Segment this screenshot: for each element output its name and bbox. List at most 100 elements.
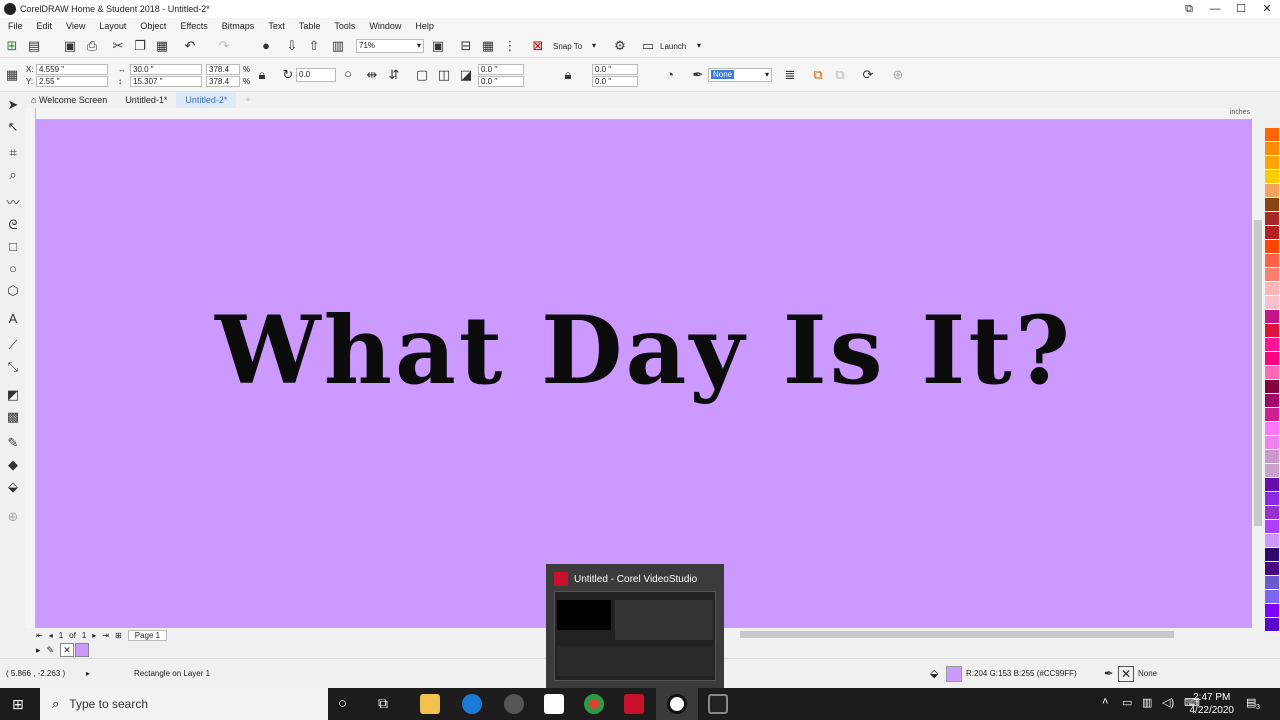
scale-x-input[interactable]: 378.4 xyxy=(206,64,240,75)
export-icon[interactable]: ⇧ xyxy=(306,38,322,54)
palette-swatch[interactable] xyxy=(1265,576,1279,590)
palette-swatch[interactable] xyxy=(1265,240,1279,254)
tab-untitled-2[interactable]: Untitled-2* xyxy=(176,92,237,108)
palette-swatch[interactable] xyxy=(1265,380,1279,394)
interactive-fill-icon[interactable]: ◆ xyxy=(4,456,22,474)
tab-welcome-screen[interactable]: ⌂ Welcome Screen xyxy=(22,92,116,108)
coreldraw-icon[interactable] xyxy=(667,694,687,714)
maximize-button[interactable]: ☐ xyxy=(1228,0,1254,18)
open-icon[interactable]: ▤ xyxy=(26,38,42,54)
status-expand-icon[interactable]: ▸ xyxy=(86,669,90,678)
to-back-icon[interactable]: ⧉ xyxy=(832,67,848,83)
palette-swatch[interactable] xyxy=(1265,296,1279,310)
connector-tool-icon[interactable]: ⤡ xyxy=(4,358,22,376)
prev-page-icon[interactable]: ◂ xyxy=(49,631,53,640)
mirror-horizontal-icon[interactable]: ⇹ xyxy=(364,67,380,83)
lock-corners-icon[interactable]: 🔒︎ xyxy=(560,67,576,83)
taskbar-clock[interactable]: 2:47 PM 4/22/2020 xyxy=(1190,691,1235,717)
polygon-tool-icon[interactable]: ⬡ xyxy=(4,282,22,300)
width-input[interactable]: 30.0 " xyxy=(130,64,202,75)
vertical-scrollbar[interactable] xyxy=(1252,96,1264,628)
palette-swatch[interactable] xyxy=(1265,352,1279,366)
show-grid-icon[interactable]: ▦ xyxy=(480,38,496,54)
relative-corner-scaling-icon[interactable]: ◔ xyxy=(662,67,678,83)
object-origin-icon[interactable]: ▦ xyxy=(4,67,20,83)
palette-swatch[interactable] xyxy=(1265,492,1279,506)
to-front-icon[interactable]: ⧉ xyxy=(810,67,826,83)
palette-swatch[interactable] xyxy=(1265,394,1279,408)
network-icon[interactable]: ▥ xyxy=(1142,696,1152,709)
convert-to-curves-icon[interactable]: ⟳ xyxy=(860,67,876,83)
menu-text[interactable]: Text xyxy=(268,21,285,31)
freehand-tool-icon[interactable]: 〰 xyxy=(4,194,22,212)
drawing-canvas[interactable]: What Day Is It? xyxy=(36,120,1252,628)
zoom-tool-icon[interactable]: ⌕ xyxy=(4,166,22,184)
outline-width-select[interactable]: None ▾ xyxy=(708,68,772,82)
scale-y-input[interactable]: 378.4 xyxy=(206,76,240,87)
zoom-level-input[interactable]: 71% ▾ xyxy=(356,39,424,53)
copy-icon[interactable]: ❐ xyxy=(132,38,148,54)
lock-ratio-icon[interactable]: 🔒︎ xyxy=(254,67,270,83)
palette-swatch[interactable] xyxy=(1265,520,1279,534)
new-document-icon[interactable]: ⊞ xyxy=(4,38,20,54)
menu-view[interactable]: View xyxy=(66,21,85,31)
smart-fill-icon[interactable]: ⬙ xyxy=(4,478,22,496)
add-icon[interactable]: ⊕ xyxy=(890,67,906,83)
add-tool-icon[interactable]: ⊕ xyxy=(4,508,22,526)
height-input[interactable]: 15.307 " xyxy=(130,76,202,87)
palette-swatch[interactable] xyxy=(1265,282,1279,296)
new-tab-icon[interactable]: + xyxy=(236,92,259,108)
y-position-input[interactable]: 2.55 " xyxy=(36,76,108,87)
volume-icon[interactable]: ◁) xyxy=(1162,696,1174,709)
eyedropper-icon[interactable]: ✎ xyxy=(47,645,55,656)
palette-swatch[interactable] xyxy=(1265,464,1279,478)
notifications-icon[interactable]: ▤ xyxy=(1246,696,1256,709)
menu-table[interactable]: Table xyxy=(299,21,321,31)
paste-icon[interactable]: ▦ xyxy=(154,38,170,54)
no-color-swatch[interactable]: ✕ xyxy=(60,643,75,657)
page-tab[interactable]: Page 1 xyxy=(127,629,168,641)
palette-swatch[interactable] xyxy=(1265,478,1279,492)
cortana-icon[interactable]: ○ xyxy=(338,695,347,712)
rotation-input[interactable]: 0.0 xyxy=(296,68,336,82)
rectangle-tool-icon[interactable]: □ xyxy=(4,238,22,256)
save-icon[interactable]: ▣ xyxy=(62,38,78,54)
corner-top-left-input[interactable]: 0.0 " xyxy=(478,64,524,75)
redo-icon[interactable]: ↷ xyxy=(216,38,232,54)
palette-swatch[interactable] xyxy=(1265,366,1279,380)
palette-swatch[interactable] xyxy=(1265,338,1279,352)
eyedropper-icon[interactable]: ✎ xyxy=(4,434,22,452)
menu-tools[interactable]: Tools xyxy=(334,21,355,31)
document-color-swatch[interactable] xyxy=(75,643,90,657)
menu-edit[interactable]: Edit xyxy=(37,21,53,31)
palette-swatch[interactable] xyxy=(1265,212,1279,226)
menu-bitmaps[interactable]: Bitmaps xyxy=(222,21,255,31)
mirror-vertical-icon[interactable]: ⇵ xyxy=(386,67,402,83)
palette-swatch[interactable] xyxy=(1265,590,1279,604)
fill-color-swatch[interactable] xyxy=(946,666,962,682)
menu-file[interactable]: File xyxy=(8,21,23,31)
horizontal-scrollbar[interactable] xyxy=(720,629,1250,640)
pick-tool-icon[interactable]: ➤ xyxy=(4,96,22,114)
scalloped-corner-icon[interactable]: ◫ xyxy=(436,67,452,83)
scrollbar-thumb[interactable] xyxy=(740,631,1174,638)
launch-dropdown[interactable]: Launch xyxy=(660,42,686,51)
horizontal-ruler[interactable]: inches xyxy=(36,108,1252,120)
chrome-icon[interactable] xyxy=(584,694,604,714)
palette-swatch[interactable] xyxy=(1265,226,1279,240)
settings-app-icon[interactable] xyxy=(504,694,524,714)
close-button[interactable]: ✕ xyxy=(1254,0,1280,18)
corner-bottom-right-input[interactable]: 0.0 " xyxy=(592,76,638,87)
first-page-icon[interactable]: ⇤ xyxy=(36,631,43,640)
palette-swatch[interactable] xyxy=(1265,128,1279,142)
palette-swatch[interactable] xyxy=(1265,618,1279,632)
parallel-dimension-icon[interactable]: ⟋ xyxy=(4,336,22,354)
palette-swatch[interactable] xyxy=(1265,324,1279,338)
launch-icon[interactable]: ▭ xyxy=(640,38,656,54)
cut-icon[interactable]: ✂ xyxy=(110,38,126,54)
transparency-icon[interactable]: ▩ xyxy=(4,408,22,426)
palette-swatch[interactable] xyxy=(1265,534,1279,548)
search-content-icon[interactable]: ● xyxy=(258,38,274,54)
palette-swatch[interactable] xyxy=(1265,254,1279,268)
palette-swatch[interactable] xyxy=(1265,142,1279,156)
